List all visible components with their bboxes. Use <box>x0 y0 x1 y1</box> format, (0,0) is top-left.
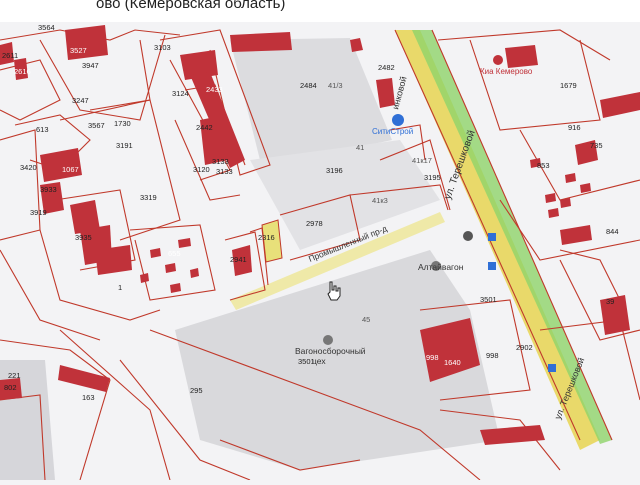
cadastral-map[interactable]: 3947 3527 3103 3247 613 3567 1730 3191 3… <box>0 0 640 481</box>
map-canvas[interactable]: 3947 3527 3103 3247 613 3567 1730 3191 3… <box>0 0 640 481</box>
label-1640: 1640 <box>444 358 461 367</box>
label-3133b: 3133 <box>212 157 229 166</box>
label-3420: 3420 <box>20 163 37 172</box>
label-41-3: 41/3 <box>328 81 343 90</box>
label-1067: 1067 <box>62 165 79 174</box>
label-2978: 2978 <box>306 219 323 228</box>
label-844: 844 <box>606 227 619 236</box>
label-2941: 2941 <box>230 255 247 264</box>
label-2616: 2616 <box>14 67 31 76</box>
label-41k3: 41к3 <box>372 196 388 205</box>
label-2902: 2902 <box>516 343 533 352</box>
label-3947: 3947 <box>82 61 99 70</box>
label-613: 613 <box>36 125 49 134</box>
label-3567: 3567 <box>88 121 105 130</box>
label-735: 735 <box>590 141 603 150</box>
camera-icon <box>463 231 473 241</box>
label-3196: 3196 <box>326 166 343 175</box>
label-2484: 2484 <box>300 81 317 90</box>
label-802: 802 <box>4 383 17 392</box>
workshop-icon[interactable] <box>323 335 333 345</box>
label-3191: 3191 <box>116 141 133 150</box>
label-2611: 2611 <box>2 51 18 60</box>
label-3527: 3527 <box>70 46 87 55</box>
label-3564: 3564 <box>38 23 55 32</box>
page-title: ово (Кемеровская область) <box>96 0 286 12</box>
label-916: 916 <box>568 123 581 132</box>
label-2442: 2442 <box>196 123 213 132</box>
label-1730: 1730 <box>114 119 131 128</box>
label-3133: 3133 <box>216 167 233 176</box>
label-295: 295 <box>190 386 203 395</box>
label-998b: 998 <box>486 351 499 360</box>
label-3195: 3195 <box>424 173 441 182</box>
label-3935: 3935 <box>75 233 92 242</box>
label-2433: 2433 <box>206 85 223 94</box>
poi-vagonosborochny-label2: цех <box>312 356 326 366</box>
label-3120: 3120 <box>193 165 210 174</box>
poi-altaivagon-label: Алтайвагон <box>418 262 464 272</box>
bus-stop-icon[interactable] <box>488 233 496 241</box>
poi-citystroy-label: СитиСтрой <box>372 127 413 136</box>
citystroy-icon[interactable] <box>392 114 404 126</box>
bus-stop-icon-2[interactable] <box>488 262 496 270</box>
label-1: 1 <box>118 283 122 292</box>
poi-vagonosborochny-label: Вагоносборочный <box>295 346 366 356</box>
label-3247: 3247 <box>72 96 89 105</box>
label-163: 163 <box>82 393 95 402</box>
kia-icon[interactable] <box>493 55 503 65</box>
label-853: 853 <box>537 161 550 170</box>
bus-stop-icon-3[interactable] <box>548 364 556 372</box>
label-1679: 1679 <box>560 81 577 90</box>
page-header: ово (Кемеровская область) <box>0 0 640 22</box>
label-2316: 2316 <box>258 233 275 242</box>
label-45: 45 <box>362 315 370 324</box>
label-998a: 998 <box>426 353 439 362</box>
label-39: 39 <box>606 297 614 306</box>
label-655: 655 <box>168 249 181 258</box>
label-2482: 2482 <box>378 63 395 72</box>
label-3933: 3933 <box>40 185 57 194</box>
label-3919: 3919 <box>30 208 47 217</box>
label-41: 41 <box>356 143 364 152</box>
label-221: 221 <box>8 371 21 380</box>
label-3124: 3124 <box>172 89 189 98</box>
poi-kia-label: Киа Кемерово <box>480 67 533 76</box>
label-3103: 3103 <box>154 43 171 52</box>
label-41k17: 41к17 <box>412 156 432 165</box>
label-3319: 3319 <box>140 193 157 202</box>
label-3501a: 3501 <box>480 295 497 304</box>
